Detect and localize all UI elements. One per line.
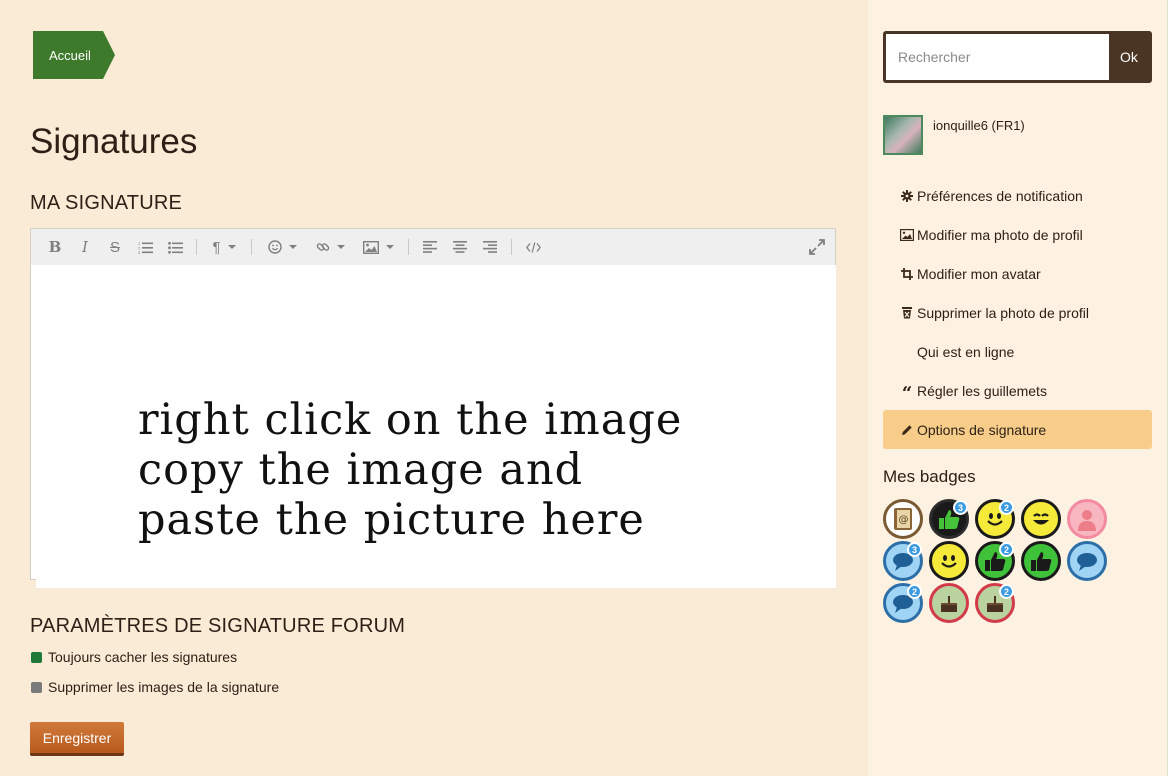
menu-item-quotes[interactable]: “ Régler les guillemets — [883, 371, 1152, 410]
fullscreen-icon[interactable] — [809, 239, 825, 260]
profile-menu: Préférences de notification Modifier ma … — [883, 176, 1152, 449]
menu-item-label: Qui est en ligne — [917, 343, 1015, 360]
chat-badge-icon[interactable] — [1067, 541, 1107, 581]
person-badge-icon[interactable] — [1067, 499, 1107, 539]
ordered-list-icon[interactable]: 123 — [130, 229, 160, 265]
blank-icon — [899, 344, 915, 360]
chat-badge-icon[interactable]: 3 — [883, 541, 923, 581]
signature-line: right click on the image — [138, 395, 683, 445]
badge-count: 2 — [999, 500, 1014, 515]
thumbs-up-badge-icon[interactable]: 2 — [975, 541, 1015, 581]
chat-badge-icon[interactable]: 2 — [883, 583, 923, 623]
badge-count: 2 — [999, 584, 1014, 599]
my-signature-heading: MA SIGNATURE — [30, 192, 183, 214]
picture-icon — [899, 227, 915, 243]
sidebar: Ok ionquille6 (FR1) Préférences de notif… — [868, 0, 1168, 776]
svg-text:@: @ — [899, 515, 909, 526]
toolbar-separator — [408, 239, 409, 255]
checkbox-unchecked[interactable] — [31, 681, 42, 693]
align-center-icon[interactable] — [445, 229, 475, 265]
thumbs-up-badge-icon[interactable]: 3 — [929, 499, 969, 539]
contact-book-badge-icon[interactable]: @ — [883, 499, 923, 539]
grin-badge-icon[interactable] — [1021, 499, 1061, 539]
badge-count: 3 — [953, 500, 968, 515]
menu-item-label: Options de signature — [917, 421, 1047, 438]
username[interactable]: ionquille6 (FR1) — [933, 118, 1025, 133]
gear-icon — [899, 188, 915, 204]
breadcrumb-arrow — [103, 31, 115, 79]
pencil-icon — [899, 422, 915, 438]
cake-badge-icon[interactable]: 2 — [975, 583, 1015, 623]
search-input[interactable] — [886, 34, 1110, 80]
unordered-list-icon[interactable] — [160, 229, 190, 265]
page-title: Signatures — [30, 122, 198, 161]
thumbs-up-badge-icon[interactable] — [1021, 541, 1061, 581]
badge-count: 3 — [907, 542, 922, 557]
menu-item-label: Préférences de notification — [917, 187, 1083, 204]
editor-toolbar: B I S 123 ¶ — [31, 229, 835, 265]
toolbar-separator — [251, 239, 252, 255]
bold-icon[interactable]: B — [40, 229, 70, 265]
menu-item-label: Régler les guillemets — [917, 382, 1047, 399]
search-box: Ok — [883, 31, 1152, 83]
smiley-badge-icon[interactable]: 2 — [975, 499, 1015, 539]
badge-count: 2 — [907, 584, 922, 599]
crop-icon — [899, 266, 915, 282]
menu-item-who-online[interactable]: Qui est en ligne — [883, 332, 1152, 371]
menu-item-delete-photo[interactable]: Supprimer la photo de profil — [883, 293, 1152, 332]
quote-icon: “ — [901, 382, 913, 404]
signature-line: paste the picture here — [138, 495, 645, 545]
menu-item-edit-photo[interactable]: Modifier ma photo de profil — [883, 215, 1152, 254]
option-hide-signatures[interactable]: Toujours cacher les signatures — [31, 649, 237, 665]
cake-badge-icon[interactable] — [929, 583, 969, 623]
signature-line: copy the image and — [138, 445, 584, 495]
toolbar-separator — [511, 239, 512, 255]
menu-item-signature-options[interactable]: Options de signature — [883, 410, 1152, 449]
save-button[interactable]: Enregistrer — [30, 722, 124, 756]
image-icon[interactable] — [354, 229, 402, 265]
breadcrumb-home[interactable]: Accueil — [33, 31, 103, 79]
code-icon[interactable] — [518, 229, 548, 265]
emoji-icon[interactable] — [258, 229, 306, 265]
link-icon[interactable] — [306, 229, 354, 265]
search-button[interactable]: Ok — [1109, 34, 1149, 80]
menu-item-label: Modifier ma photo de profil — [917, 226, 1083, 243]
toolbar-separator — [196, 239, 197, 255]
menu-item-notification-prefs[interactable]: Préférences de notification — [883, 176, 1152, 215]
signature-editor: B I S 123 ¶ right click on the image cop… — [30, 228, 836, 588]
smiley-badge-icon[interactable] — [929, 541, 969, 581]
badges-title: Mes badges — [883, 467, 976, 486]
menu-item-label: Supprimer la photo de profil — [917, 304, 1089, 321]
paragraph-icon[interactable]: ¶ — [203, 229, 245, 265]
badges-grid: @ 3 2 3 2 2 2 — [883, 499, 1123, 625]
align-left-icon[interactable] — [415, 229, 445, 265]
trash-icon — [899, 305, 915, 321]
main-content: Accueil Signatures MA SIGNATURE B I S 12… — [0, 0, 868, 776]
signature-text-area[interactable]: right click on the image copy the image a… — [36, 265, 836, 588]
avatar[interactable] — [883, 115, 923, 155]
checkbox-checked[interactable] — [31, 651, 42, 663]
align-right-icon[interactable] — [475, 229, 505, 265]
option-label: Toujours cacher les signatures — [48, 649, 238, 665]
strikethrough-icon[interactable]: S — [100, 229, 130, 265]
signature-content: right click on the image copy the image a… — [138, 395, 682, 545]
svg-text:3: 3 — [138, 250, 141, 254]
menu-item-label: Modifier mon avatar — [917, 265, 1041, 282]
option-remove-images[interactable]: Supprimer les images de la signature — [31, 679, 279, 695]
option-label: Supprimer les images de la signature — [48, 679, 280, 695]
user-info: ionquille6 (FR1) — [883, 115, 1025, 155]
badge-count: 2 — [999, 542, 1014, 557]
menu-item-edit-avatar[interactable]: Modifier mon avatar — [883, 254, 1152, 293]
italic-icon[interactable]: I — [70, 229, 100, 265]
forum-settings-heading: PARAMÈTRES DE SIGNATURE FORUM — [30, 615, 406, 637]
